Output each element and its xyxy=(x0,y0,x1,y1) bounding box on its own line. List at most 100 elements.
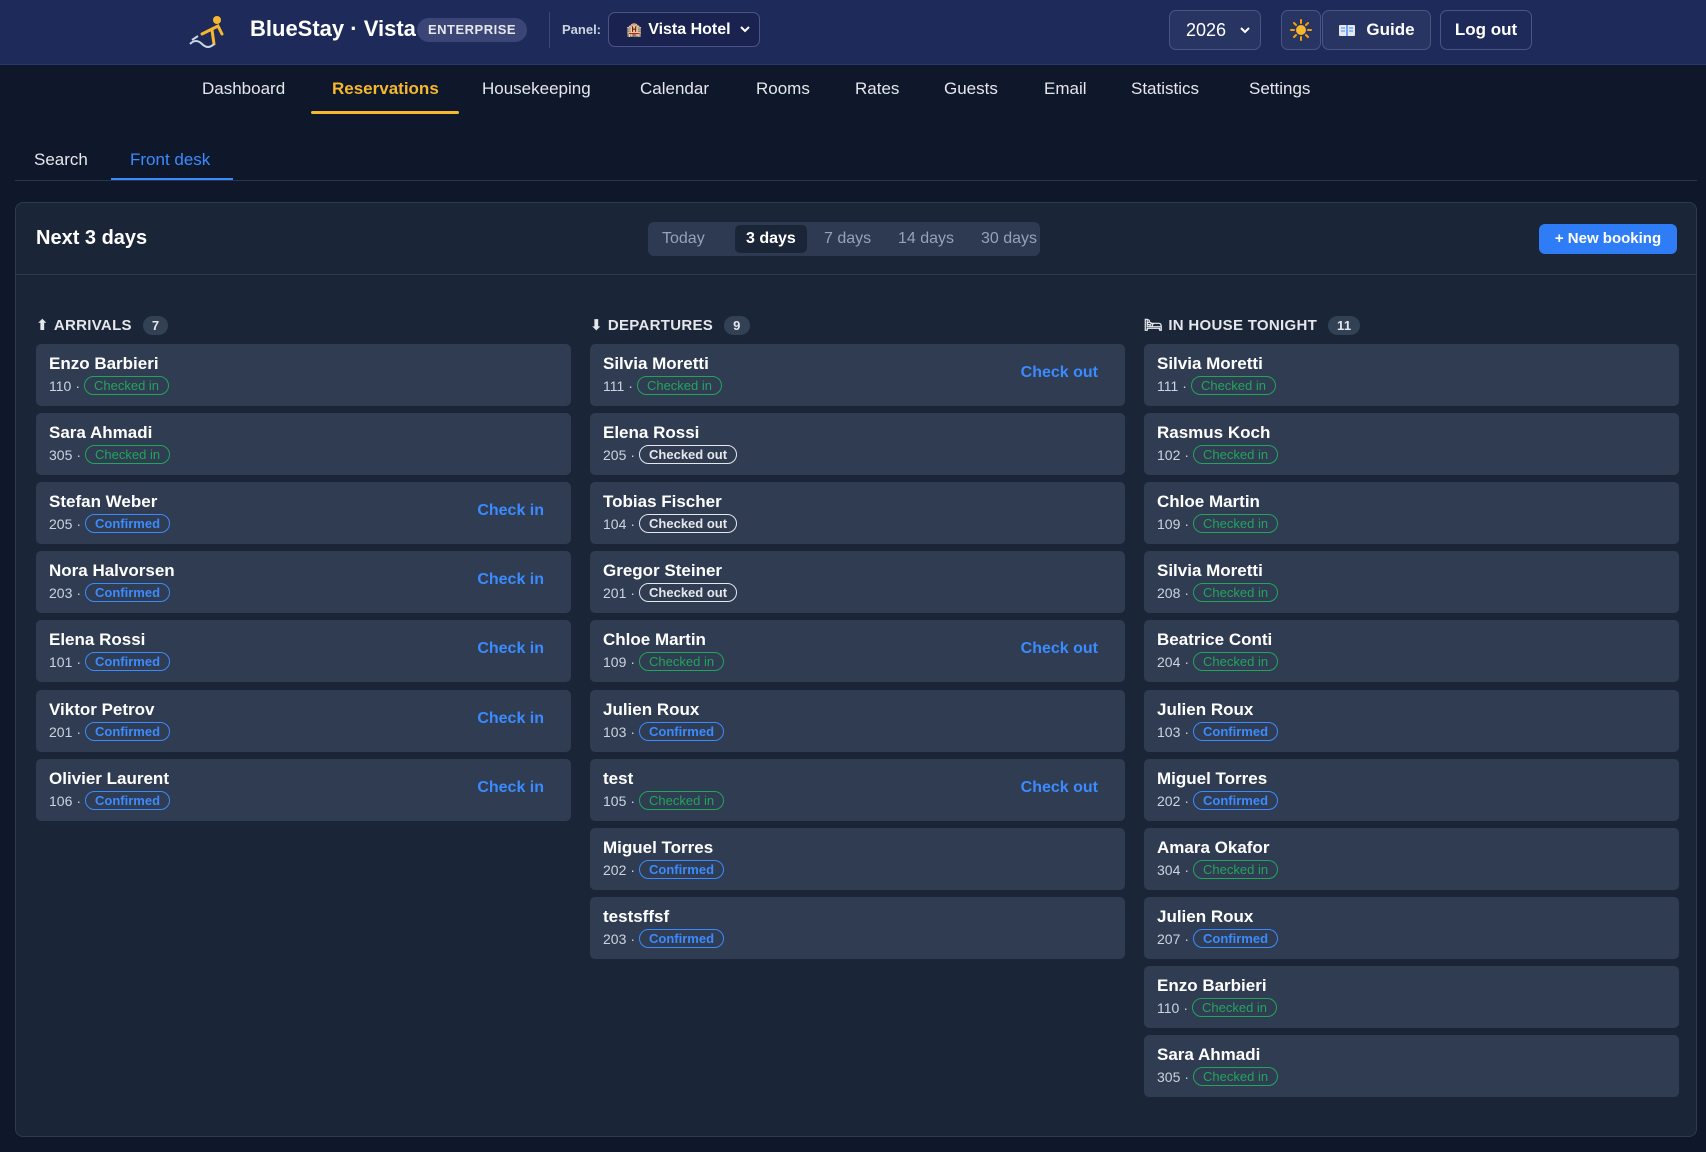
check-in-button[interactable]: Check in xyxy=(477,779,544,797)
check-out-button[interactable]: Check out xyxy=(1021,640,1098,658)
room-number: 201 xyxy=(603,584,627,601)
nav-settings[interactable]: Settings xyxy=(1249,79,1310,99)
range-7-days[interactable]: 7 days xyxy=(824,222,871,256)
range-3-days[interactable]: 3 days xyxy=(735,225,807,253)
status-badge: Confirmed xyxy=(1193,791,1279,810)
status-badge: Checked in xyxy=(639,652,725,671)
guest-name: Stefan Weber xyxy=(49,492,158,511)
reservation-card[interactable]: Julien Roux 103 · Confirmed xyxy=(1144,690,1679,752)
reservation-meta: 205 · Checked out xyxy=(603,445,738,464)
separator: · xyxy=(1184,1068,1190,1085)
separator: · xyxy=(630,515,636,532)
status-badge: Checked in xyxy=(1190,376,1276,395)
reservation-card[interactable]: Sara Ahmadi 305 · Checked in xyxy=(36,413,571,475)
separator: · xyxy=(1184,930,1190,947)
guide-button[interactable]: Guide xyxy=(1322,10,1431,50)
reservation-card[interactable]: Rasmus Koch 102 · Checked in xyxy=(1144,413,1679,475)
reservation-card[interactable]: Viktor Petrov 201 · Confirmed Check in xyxy=(36,690,571,752)
range-30-days[interactable]: 30 days xyxy=(981,222,1037,256)
reservation-card[interactable]: test 105 · Checked in Check out xyxy=(590,759,1125,821)
reservation-meta: 304 · Checked in xyxy=(1157,860,1279,879)
room-number: 203 xyxy=(49,584,73,601)
nav-housekeeping[interactable]: Housekeeping xyxy=(482,79,591,99)
hotel-select[interactable]: 🏨 Vista Hotel xyxy=(608,12,760,47)
reservation-card[interactable]: Tobias Fischer 104 · Checked out xyxy=(590,482,1125,544)
reservation-card[interactable]: Enzo Barbieri 110 · Checked in xyxy=(36,344,571,406)
room-number: 205 xyxy=(603,446,627,463)
guest-name: Miguel Torres xyxy=(1157,769,1268,788)
room-number: 202 xyxy=(1157,792,1181,809)
check-out-button[interactable]: Check out xyxy=(1021,779,1098,797)
reservation-meta: 204 · Checked in xyxy=(1157,652,1279,671)
guest-name: Julien Roux xyxy=(603,700,700,719)
reservation-card[interactable]: Julien Roux 207 · Confirmed xyxy=(1144,897,1679,959)
reservation-card[interactable]: Julien Roux 103 · Confirmed xyxy=(590,690,1125,752)
reservation-card[interactable]: Elena Rossi 205 · Checked out xyxy=(590,413,1125,475)
reservation-card[interactable]: Miguel Torres 202 · Confirmed xyxy=(1144,759,1679,821)
nav-reservations[interactable]: Reservations xyxy=(332,79,439,99)
year-select[interactable]: 2026 xyxy=(1169,10,1261,50)
range-today[interactable]: Today xyxy=(662,222,705,256)
nav-calendar[interactable]: Calendar xyxy=(640,79,709,99)
guest-name: Amara Okafor xyxy=(1157,838,1270,857)
separator: · xyxy=(75,377,80,394)
reservation-card[interactable]: Amara Okafor 304 · Checked in xyxy=(1144,828,1679,890)
reservation-card[interactable]: Silvia Moretti 111 · Checked in Check out xyxy=(590,344,1125,406)
nav-rates[interactable]: Rates xyxy=(855,79,899,99)
status-badge: Confirmed xyxy=(85,652,171,671)
tab-front-desk[interactable]: Front desk xyxy=(130,150,210,170)
nav-guests[interactable]: Guests xyxy=(944,79,998,99)
room-number: 111 xyxy=(1157,377,1179,394)
status-badge: Confirmed xyxy=(85,722,171,741)
reservation-card[interactable]: Miguel Torres 202 · Confirmed xyxy=(590,828,1125,890)
chevron-down-icon xyxy=(740,26,750,33)
reservation-card[interactable]: Beatrice Conti 204 · Checked in xyxy=(1144,620,1679,682)
reservation-card[interactable]: Stefan Weber 205 · Confirmed Check in xyxy=(36,482,571,544)
subtab-active-indicator xyxy=(111,178,233,180)
reservation-card[interactable]: Silvia Moretti 208 · Checked in xyxy=(1144,551,1679,613)
reservation-card[interactable]: Olivier Laurent 106 · Confirmed Check in xyxy=(36,759,571,821)
reservation-card[interactable]: Sara Ahmadi 305 · Checked in xyxy=(1144,1035,1679,1097)
guest-name: Silvia Moretti xyxy=(1157,561,1263,580)
nav-dashboard[interactable]: Dashboard xyxy=(202,79,285,99)
reservation-meta: 109 · Checked in xyxy=(1157,514,1279,533)
check-in-button[interactable]: Check in xyxy=(477,640,544,658)
theme-toggle-button[interactable] xyxy=(1281,10,1321,50)
reservation-meta: 203 · Confirmed xyxy=(603,929,725,948)
check-in-button[interactable]: Check in xyxy=(477,710,544,728)
room-number: 102 xyxy=(1157,446,1181,463)
guest-name: Enzo Barbieri xyxy=(49,354,159,373)
check-in-button[interactable]: Check in xyxy=(477,571,544,589)
reservation-card[interactable]: Nora Halvorsen 203 · Confirmed Check in xyxy=(36,551,571,613)
reservation-card[interactable]: Silvia Moretti 111 · Checked in xyxy=(1144,344,1679,406)
new-booking-button[interactable]: + New booking xyxy=(1539,224,1677,254)
reservation-card[interactable]: Enzo Barbieri 110 · Checked in xyxy=(1144,966,1679,1028)
range-14-days[interactable]: 14 days xyxy=(898,222,954,256)
reservation-card[interactable]: Elena Rossi 101 · Confirmed Check in xyxy=(36,620,571,682)
separator: · xyxy=(1184,653,1190,670)
separator: · xyxy=(76,653,82,670)
in-house-count: 11 xyxy=(1328,315,1361,335)
tab-search[interactable]: Search xyxy=(34,150,88,170)
reservation-card[interactable]: Gregor Steiner 201 · Checked out xyxy=(590,551,1125,613)
top-bar: BlueStay · Vista ENTERPRISE Panel: 🏨 Vis… xyxy=(0,0,1706,65)
separator: · xyxy=(630,653,636,670)
separator: · xyxy=(630,723,636,740)
check-in-button[interactable]: Check in xyxy=(477,502,544,520)
nav-email[interactable]: Email xyxy=(1044,79,1087,99)
reservation-card[interactable]: Chloe Martin 109 · Checked in xyxy=(1144,482,1679,544)
status-badge: Checked in xyxy=(84,376,170,395)
separator: · xyxy=(76,723,82,740)
nav-statistics[interactable]: Statistics xyxy=(1131,79,1199,99)
guide-label: Guide xyxy=(1366,20,1415,39)
check-out-button[interactable]: Check out xyxy=(1021,364,1098,382)
reservation-card[interactable]: Chloe Martin 109 · Checked in Check out xyxy=(590,620,1125,682)
guest-name: Silvia Moretti xyxy=(1157,354,1263,373)
reservation-meta: 201 · Confirmed xyxy=(49,722,171,741)
nav-rooms[interactable]: Rooms xyxy=(756,79,810,99)
status-badge: Confirmed xyxy=(85,514,171,533)
logout-button[interactable]: Log out xyxy=(1440,10,1532,50)
guest-name: Sara Ahmadi xyxy=(49,423,153,442)
status-badge: Checked in xyxy=(1193,514,1279,533)
reservation-card[interactable]: testsffsf 203 · Confirmed xyxy=(590,897,1125,959)
